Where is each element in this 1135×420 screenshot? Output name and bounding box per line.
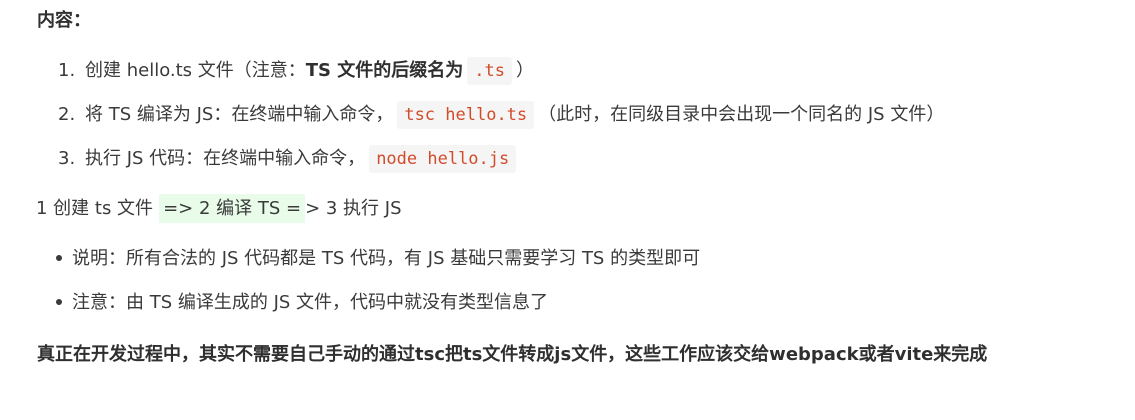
inline-code: node hello.js: [369, 145, 517, 173]
step-text-end: （此时，在同级目录中会出现一个同名的 JS 文件）: [538, 104, 945, 125]
flow-suffix: > 3 执行 JS: [305, 198, 402, 219]
inline-code: .ts: [467, 57, 513, 85]
bullet-item-1: 说明：所有合法的 JS 代码都是 TS 代码，有 JS 基础只需要学习 TS 的…: [56, 243, 700, 275]
flow-prefix: 1 创建 ts 文件: [36, 198, 154, 219]
flow-highlight: => 2 编译 TS =: [159, 194, 306, 223]
bullet-text: 注意：由 TS 编译生成的 JS 文件，代码中就没有类型信息了: [72, 292, 549, 313]
step-bold-text: TS 文件的后缀名为: [305, 60, 464, 81]
bullet-text: 说明：所有合法的 JS 代码都是 TS 代码，有 JS 基础只需要学习 TS 的…: [72, 248, 701, 269]
step-text: 执行 JS 代码：在终端中输入命令，: [85, 148, 366, 169]
list-number: 2.: [58, 104, 76, 125]
step-text-end: ）: [516, 60, 535, 81]
document-page: 内容： 1. 创建 hello.ts 文件（注意：TS 文件的后缀名为 .ts） 2…: [0, 0, 1135, 420]
bullet-item-2: 注意：由 TS 编译生成的 JS 文件，代码中就没有类型信息了: [56, 287, 548, 319]
step-text: 将 TS 编译为 JS：在终端中输入命令，: [85, 104, 394, 125]
bullet-dot-icon: [56, 298, 62, 305]
section-heading: 内容：: [37, 10, 91, 31]
list-number: 3.: [58, 148, 76, 169]
step-text: 创建 hello.ts 文件（注意：: [85, 60, 306, 81]
bullet-dot-icon: [56, 254, 62, 261]
list-number: 1.: [58, 60, 76, 81]
list-item-2: 2. 将 TS 编译为 JS：在终端中输入命令， tsc hello.ts （此时，在…: [58, 98, 944, 132]
summary-paragraph: 真正在开发过程中，其实不需要自己手动的通过tsc把ts文件转成js文件，这些工作…: [37, 344, 988, 365]
list-item-3: 3. 执行 JS 代码：在终端中输入命令， node hello.js: [58, 142, 520, 176]
list-item-1: 1. 创建 hello.ts 文件（注意：TS 文件的后缀名为 .ts）: [58, 54, 534, 88]
inline-code: tsc hello.ts: [397, 101, 535, 129]
flow-line: 1 创建 ts 文件 => 2 编译 TS = > 3 执行 JS: [36, 192, 402, 226]
